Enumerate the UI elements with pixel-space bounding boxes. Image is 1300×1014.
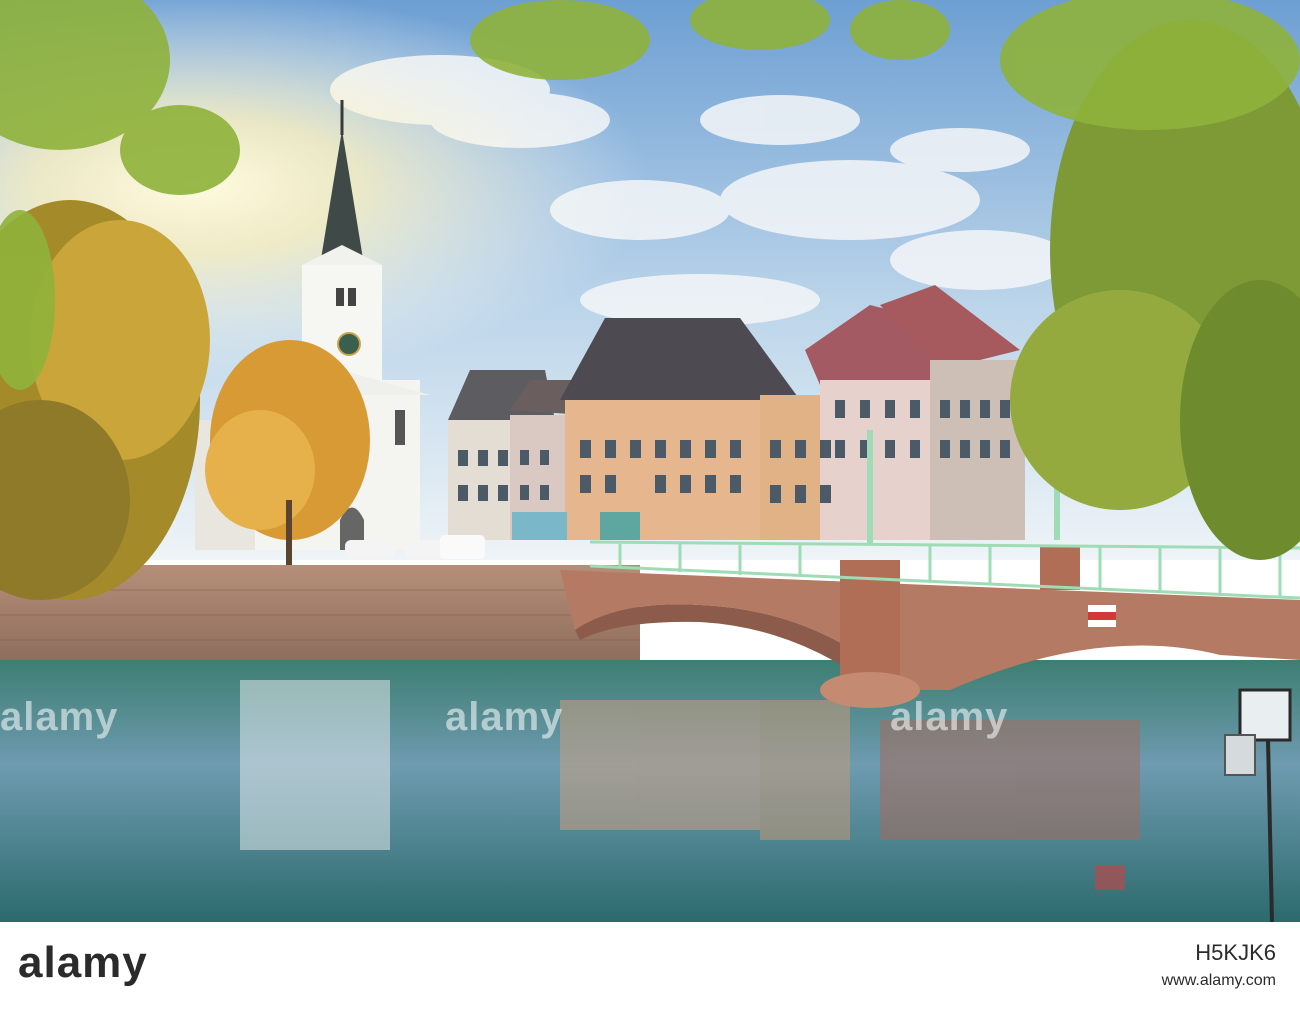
image-info: H5KJK6 www.alamy.com xyxy=(1162,940,1276,990)
alamy-logo: alamy xyxy=(18,938,148,987)
watermark-text: alamy xyxy=(890,695,1009,739)
watermark-text: alamy xyxy=(0,695,119,739)
image-id: H5KJK6 xyxy=(1195,940,1276,965)
photo-scene: alamy alamy alamy xyxy=(0,0,1300,1014)
watermark-text: alamy xyxy=(445,695,564,739)
image-url: www.alamy.com xyxy=(1161,972,1276,989)
photo-illustration xyxy=(0,0,1300,923)
watermark-footer: alamy H5KJK6 www.alamy.com xyxy=(0,922,1300,1014)
